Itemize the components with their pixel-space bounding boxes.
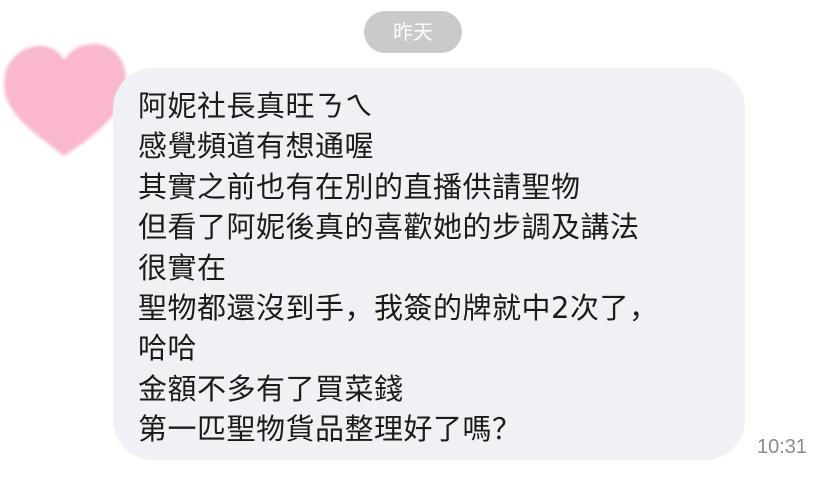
message-line: 但看了阿妮後真的喜歡她的步調及講法 <box>138 210 640 245</box>
message-line: 阿妮社長真旺ㄋㄟ <box>138 89 375 123</box>
chat-screen: 昨天 阿妮社長真旺ㄋㄟ 感覺頻道有想通喔 其實之前也有在別的直播供請聖物 但看了… <box>0 0 827 477</box>
date-separator: 昨天 <box>364 11 462 53</box>
message-line: 很實在 <box>138 250 227 285</box>
message-line: 第一匹聖物貨品整理好了嗎？ <box>138 412 522 447</box>
pink-heart-icon <box>4 44 126 156</box>
sender-avatar[interactable] <box>0 38 130 168</box>
message-line: 金額不多有了買菜錢 <box>138 371 404 406</box>
message-bubble[interactable]: 阿妮社長真旺ㄋㄟ 感覺頻道有想通喔 其實之前也有在別的直播供請聖物 但看了阿妮後… <box>113 68 745 460</box>
message-line: 其實之前也有在別的直播供請聖物 <box>138 169 581 204</box>
message-line: 感覺頻道有想通喔 <box>138 129 375 164</box>
message-timestamp: 10:31 <box>757 436 808 458</box>
message-text: 阿妮社長真旺ㄋㄟ 感覺頻道有想通喔 其實之前也有在別的直播供請聖物 但看了阿妮後… <box>138 86 725 450</box>
message-line: 聖物都還沒到手，我簽的牌就中2次了， <box>138 291 659 326</box>
message-line: 哈哈 <box>138 331 198 366</box>
